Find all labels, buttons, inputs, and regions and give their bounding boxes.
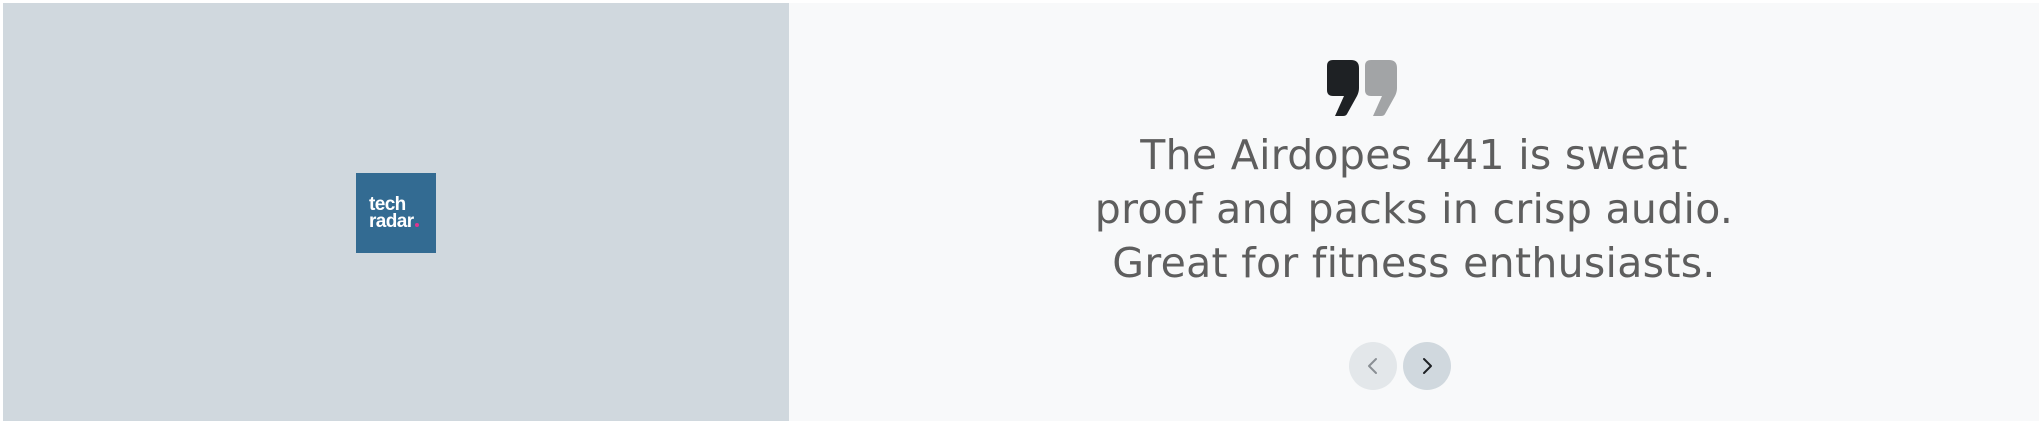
techradar-logo: tech radar xyxy=(356,173,436,253)
carousel-navigation xyxy=(1349,342,1451,390)
quote-panel: The Airdopes 441 is sweat proof and pack… xyxy=(789,3,2039,421)
quote-line: Great for fitness enthusiasts. xyxy=(1112,239,1716,287)
media-panel: tech radar xyxy=(3,3,789,421)
quote-text: The Airdopes 441 is sweat proof and pack… xyxy=(1009,128,1819,290)
next-button[interactable] xyxy=(1403,342,1451,390)
testimonial-carousel: tech radar The Airdopes 441 is sweat pro… xyxy=(3,3,2039,421)
quote-icon xyxy=(1327,60,1397,116)
logo-text-line-2: radar xyxy=(369,211,414,232)
quote-line: proof and packs in crisp audio. xyxy=(1094,185,1734,233)
logo-dot xyxy=(414,223,419,227)
quote-line: The Airdopes 441 is sweat xyxy=(1140,131,1688,179)
previous-button[interactable] xyxy=(1349,342,1397,390)
chevron-right-icon xyxy=(1423,358,1432,374)
chevron-left-icon xyxy=(1368,358,1377,374)
